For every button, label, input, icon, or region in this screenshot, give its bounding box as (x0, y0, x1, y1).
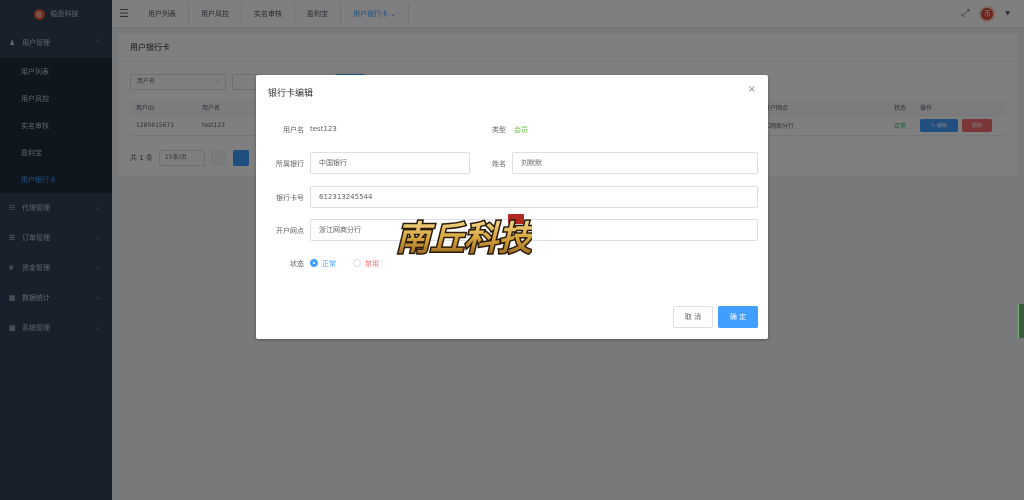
side-scroll-handle[interactable] (1018, 304, 1024, 338)
close-icon[interactable]: × (748, 84, 756, 95)
bank-field[interactable]: 中国银行 (310, 152, 470, 174)
status-disabled-radio[interactable] (353, 259, 361, 267)
name-field[interactable]: 刘默默 (512, 152, 758, 174)
cancel-button[interactable]: 取 消 (673, 306, 713, 328)
type-label: 类型 (492, 126, 506, 134)
card-number-field[interactable]: 612313245544 (310, 186, 758, 208)
card-number-label: 银行卡号 (276, 194, 304, 202)
branch-label: 开户网点 (276, 227, 304, 235)
type-value: 会员 (514, 126, 528, 134)
confirm-button[interactable]: 确 定 (718, 306, 758, 328)
username-value: test123 (310, 125, 337, 133)
status-normal-radio[interactable] (310, 259, 318, 267)
status-label: 状态 (290, 260, 304, 268)
status-disabled-label[interactable]: 禁用 (365, 259, 379, 269)
status-normal-label[interactable]: 正常 (322, 259, 336, 269)
branch-field[interactable]: 浙江网商分行 (310, 219, 758, 241)
bank-label: 所属银行 (276, 160, 304, 168)
svg-text:南丘科技: 南丘科技 (396, 219, 532, 259)
username-label: 用户名 (283, 126, 304, 134)
watermark-logo: 南丘科技 南丘科技 (392, 206, 538, 266)
name-label: 姓名 (492, 160, 506, 168)
dialog-title: 银行卡编辑 (268, 89, 314, 99)
